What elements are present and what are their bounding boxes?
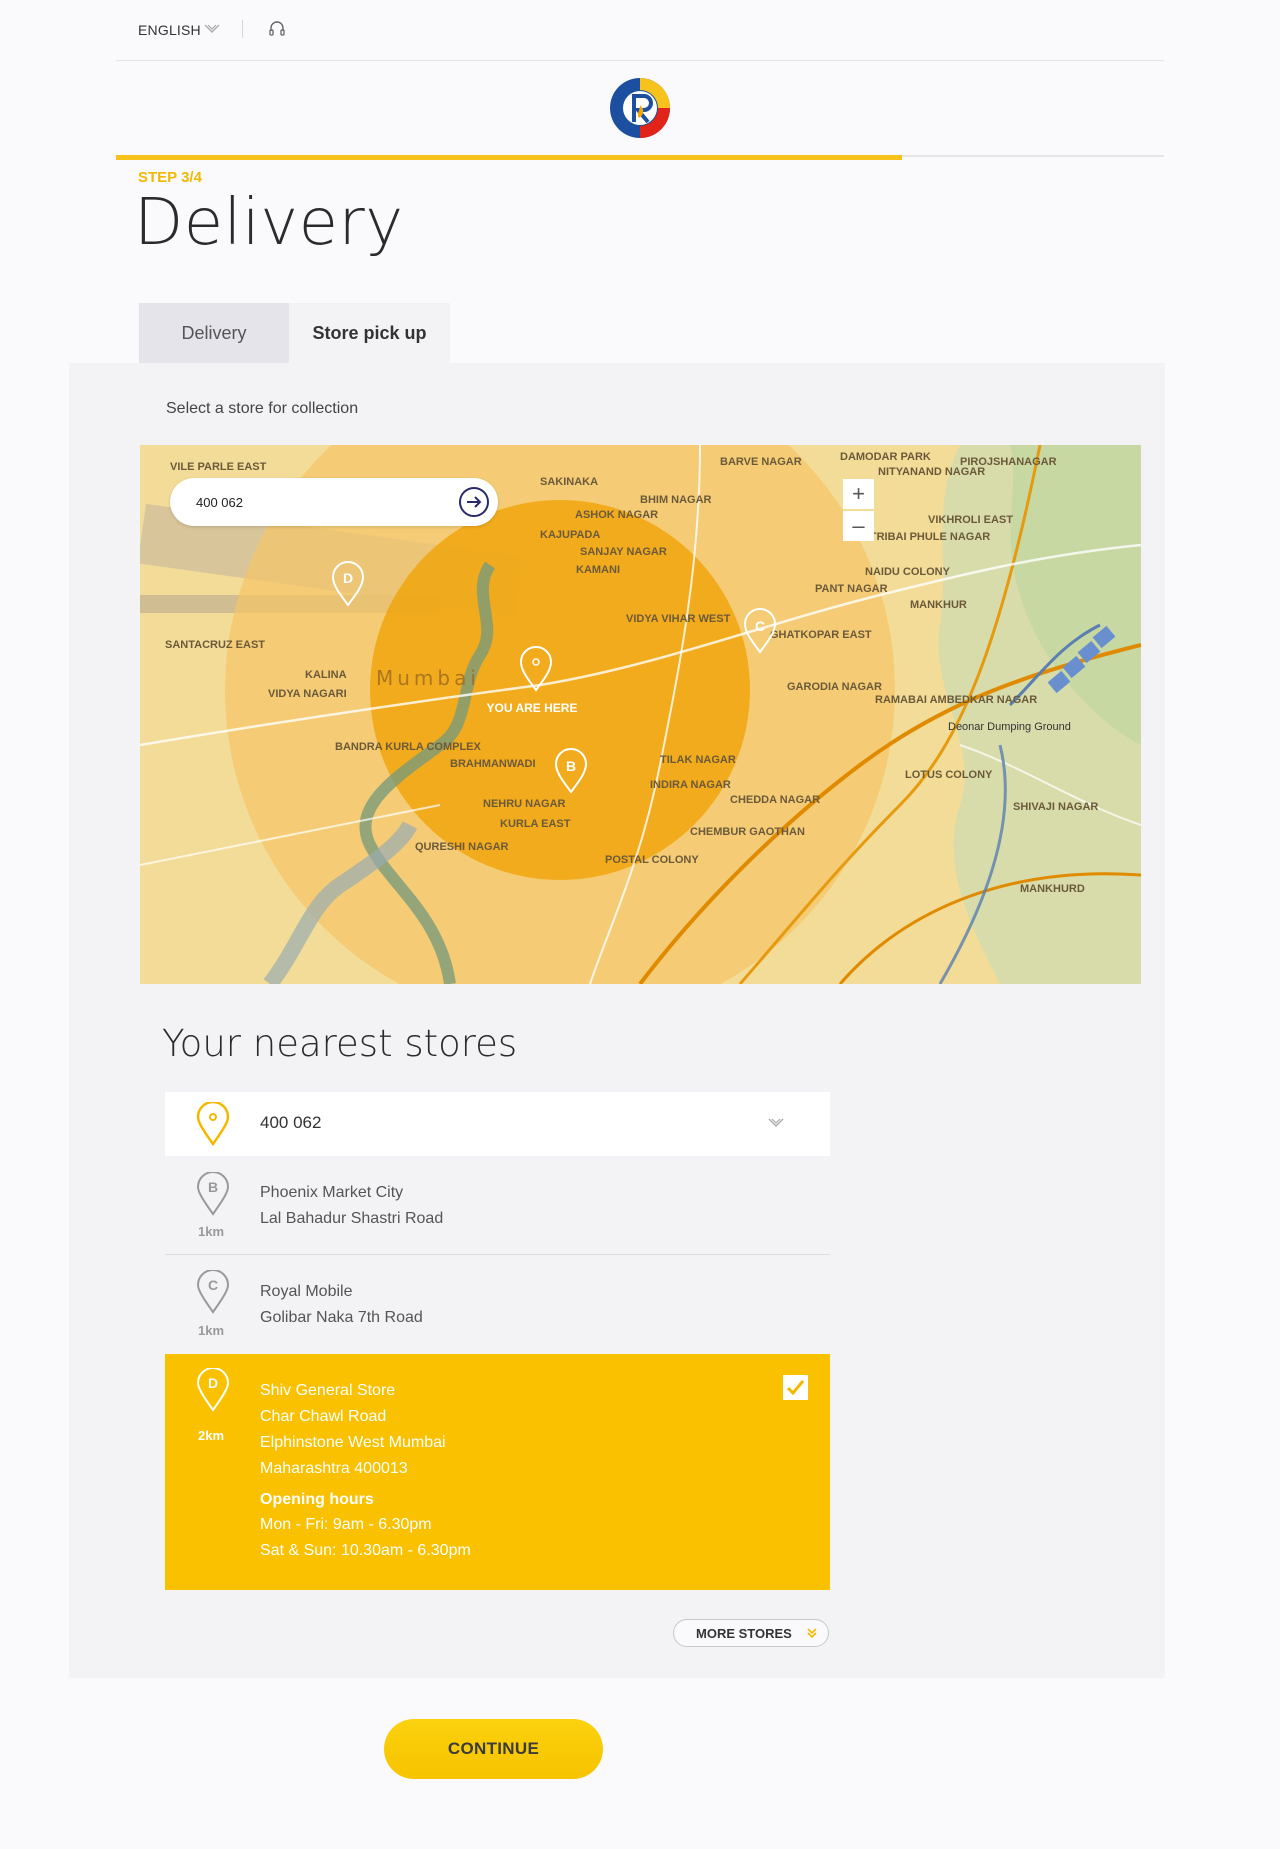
map-label: MANKHURD [1020, 883, 1085, 895]
opening-hours-line: Sat & Sun: 10.30am - 6.30pm [260, 1542, 471, 1559]
select-store-label: Select a store for collection [166, 400, 359, 417]
checkmark-icon [786, 1380, 805, 1396]
store-name: Phoenix Market City [260, 1184, 404, 1201]
map-label: BANDRA KURLA COMPLEX [335, 741, 482, 753]
map-label: GARODIA NAGAR [787, 681, 882, 693]
map-label: Deonar Dumping Ground [948, 721, 1071, 733]
store-selected-checkbox[interactable] [783, 1375, 808, 1400]
double-chevron-down-icon [807, 1628, 817, 1639]
map-label: KALINA [305, 669, 347, 681]
location-pin-icon [196, 1102, 230, 1146]
map-label: VILE PARLE EAST [170, 461, 267, 473]
store-pin-b-icon: B [196, 1172, 230, 1216]
map-label: PIROJSHANAGAR [960, 456, 1057, 468]
more-stores-button[interactable]: MORE STORES [673, 1619, 829, 1647]
store-address: Golibar Naka 7th Road [260, 1309, 423, 1326]
map-label: KAMANI [576, 564, 620, 576]
store-address: Maharashtra 400013 [260, 1460, 408, 1477]
nearest-stores-title: Your nearest stores [162, 1022, 518, 1065]
map-label: KAJUPADA [540, 529, 600, 541]
map-city-label: Mumbai [376, 666, 480, 690]
store-name: Shiv General Store [260, 1382, 396, 1399]
store-address: Elphinstone West Mumbai [260, 1434, 446, 1451]
postcode-value: 400 062 [260, 1113, 322, 1132]
chevron-down-icon[interactable] [204, 24, 220, 34]
map-label: INDIRA NAGAR [650, 779, 731, 791]
store-pin-c-icon: C [196, 1270, 230, 1314]
map-label: SAKINAKA [540, 476, 598, 488]
map-label: DAMODAR PARK [840, 451, 931, 463]
zoom-in-button[interactable]: + [843, 479, 874, 509]
map-label: CHEDDA NAGAR [730, 794, 820, 806]
divider [242, 20, 243, 38]
map-label: NEHRU NAGAR [483, 798, 566, 810]
map-label: SANJAY NAGAR [580, 546, 667, 558]
store-address: Char Chawl Road [260, 1408, 387, 1425]
map-label: PANT NAGAR [815, 583, 888, 595]
step-indicator: STEP 3/4 [138, 169, 202, 186]
map-label: VIKHROLI EAST [928, 514, 1013, 526]
map-label: NAIDU COLONY [865, 566, 951, 578]
headset-icon[interactable] [268, 20, 286, 38]
continue-button[interactable]: CONTINUE [384, 1719, 603, 1779]
map-label: BHIM NAGAR [640, 494, 712, 506]
svg-text:D: D [343, 570, 353, 586]
svg-text:C: C [755, 618, 765, 634]
store-pin-d-icon: D [196, 1368, 230, 1412]
map-label: BARVE NAGAR [720, 456, 802, 468]
opening-hours-title: Opening hours [260, 1491, 374, 1508]
map-label: TILAK NAGAR [660, 754, 736, 766]
brand-logo [610, 78, 670, 138]
opening-hours-line: Mon - Fri: 9am - 6.30pm [260, 1516, 432, 1533]
arrow-right-icon[interactable] [458, 486, 490, 518]
map-label: VIDYA VIHAR WEST [626, 613, 731, 625]
more-stores-label: MORE STORES [696, 1625, 792, 1641]
tab-delivery[interactable]: Delivery [139, 303, 289, 363]
map-label: GHATKOPAR EAST [770, 629, 872, 641]
map-label: VIDYA NAGARI [268, 688, 347, 700]
map-label: CHEMBUR GAOTHAN [690, 826, 805, 838]
map-label: KURLA EAST [500, 818, 571, 830]
postcode-search-input[interactable] [194, 494, 448, 511]
map-label: MANKHUR [910, 599, 967, 611]
map-label: ASHOK NAGAR [575, 509, 658, 521]
map-label: QURESHI NAGAR [415, 841, 509, 853]
svg-text:D: D [208, 1375, 218, 1391]
chevron-down-icon[interactable] [768, 1118, 784, 1130]
progress-bar [116, 155, 902, 160]
map-label: LOTUS COLONY [905, 769, 993, 781]
store-name: Royal Mobile [260, 1283, 353, 1300]
page-title: Delivery [134, 186, 404, 260]
store-distance: 1km [198, 1224, 225, 1239]
svg-text:B: B [566, 758, 576, 774]
svg-text:C: C [208, 1277, 218, 1293]
zoom-out-button[interactable]: – [843, 511, 874, 541]
tab-store-pickup[interactable]: Store pick up [289, 303, 450, 363]
map-label: SANTACRUZ EAST [165, 639, 265, 651]
language-selector[interactable]: ENGLISH [138, 22, 201, 38]
store-address: Lal Bahadur Shastri Road [260, 1210, 444, 1227]
store-distance: 1km [198, 1323, 225, 1338]
you-are-here-label: YOU ARE HERE [487, 701, 578, 715]
map-label: POSTAL COLONY [605, 854, 699, 866]
svg-text:B: B [208, 1179, 218, 1195]
map-label: BRAHMANWADI [450, 758, 536, 770]
store-distance: 2km [198, 1428, 225, 1443]
map-label: SHIVAJI NAGAR [1013, 801, 1098, 813]
map-label: RAMABAI AMBEDKAR NAGAR [875, 694, 1037, 706]
